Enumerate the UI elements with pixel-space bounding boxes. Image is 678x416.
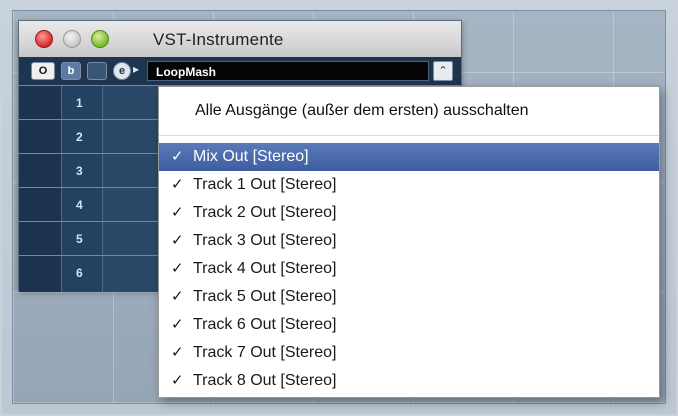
outputs-context-menu: Alle Ausgänge (außer dem ersten) ausscha…	[158, 86, 660, 398]
slot-number: 5	[76, 232, 83, 246]
disable-all-outputs-menu-item[interactable]: Alle Ausgänge (außer dem ersten) ausscha…	[159, 87, 659, 135]
edit-instrument-icon[interactable]: e	[113, 62, 131, 80]
menu-item-label: Track 7 Out [Stereo]	[193, 344, 337, 361]
close-window-button[interactable]	[35, 30, 53, 48]
menu-item-track-7-out[interactable]: ✓ Track 7 Out [Stereo]	[159, 339, 659, 367]
slot-number: 4	[76, 198, 83, 212]
menu-item-track-3-out[interactable]: ✓ Track 3 Out [Stereo]	[159, 227, 659, 255]
bypass-icon[interactable]: b	[61, 62, 81, 80]
menu-item-label: Track 1 Out [Stereo]	[193, 176, 337, 193]
checkmark-icon: ✓	[171, 148, 184, 165]
slot-number: 6	[76, 266, 83, 280]
slot-number: 2	[76, 130, 83, 144]
checkmark-icon: ✓	[171, 372, 184, 389]
checkmark-icon: ✓	[171, 316, 184, 333]
menu-item-label: Track 5 Out [Stereo]	[193, 288, 337, 305]
instrument-slot-toolbar: O b e ▸ LoopMash ⌃	[19, 57, 461, 85]
zoom-window-button[interactable]	[91, 30, 109, 48]
menu-item-mix-out[interactable]: ✓ Mix Out [Stereo]	[159, 143, 659, 171]
window-titlebar[interactable]: VST-Instrumente	[19, 21, 461, 58]
menu-item-label: Track 4 Out [Stereo]	[193, 260, 337, 277]
checkmark-icon: ✓	[171, 204, 184, 221]
slot-controls	[19, 256, 61, 292]
freeze-icon[interactable]	[87, 62, 107, 80]
slot-controls	[19, 222, 61, 258]
menu-item-track-2-out[interactable]: ✓ Track 2 Out [Stereo]	[159, 199, 659, 227]
outputs-menu-arrow-icon[interactable]: ▸	[133, 62, 139, 76]
menu-item-label: Track 2 Out [Stereo]	[193, 204, 337, 221]
instrument-name-field[interactable]: LoopMash	[147, 61, 429, 81]
menu-item-track-1-out[interactable]: ✓ Track 1 Out [Stereo]	[159, 171, 659, 199]
output-items-list: ✓ Mix Out [Stereo] ✓ Track 1 Out [Stereo…	[159, 143, 659, 395]
menu-item-label: Track 8 Out [Stereo]	[193, 372, 337, 389]
menu-item-track-6-out[interactable]: ✓ Track 6 Out [Stereo]	[159, 311, 659, 339]
slot-number-cell: 1	[61, 86, 103, 122]
slot-controls	[19, 86, 61, 122]
menu-item-label: Mix Out [Stereo]	[193, 148, 309, 165]
checkmark-icon: ✓	[171, 288, 184, 305]
slot-number-cell: 4	[61, 188, 103, 224]
slot-number-cell: 6	[61, 256, 103, 292]
checkmark-icon: ✓	[171, 176, 184, 193]
menu-item-track-8-out[interactable]: ✓ Track 8 Out [Stereo]	[159, 367, 659, 395]
slot-number-cell: 2	[61, 120, 103, 156]
menu-item-track-5-out[interactable]: ✓ Track 5 Out [Stereo]	[159, 283, 659, 311]
menu-item-track-4-out[interactable]: ✓ Track 4 Out [Stereo]	[159, 255, 659, 283]
checkmark-icon: ✓	[171, 344, 184, 361]
menu-item-label: Track 3 Out [Stereo]	[193, 232, 337, 249]
minimize-window-button[interactable]	[63, 30, 81, 48]
slot-number-cell: 3	[61, 154, 103, 190]
slot-number: 3	[76, 164, 83, 178]
power-icon[interactable]: O	[31, 62, 55, 80]
menu-item-label: Track 6 Out [Stereo]	[193, 316, 337, 333]
checkmark-icon: ✓	[171, 260, 184, 277]
checkmark-icon: ✓	[171, 232, 184, 249]
slot-controls	[19, 154, 61, 190]
slot-controls	[19, 120, 61, 156]
collapse-chevron-icon[interactable]: ⌃	[433, 61, 453, 81]
slot-number-cell: 5	[61, 222, 103, 258]
slot-number: 1	[76, 96, 83, 110]
menu-separator	[159, 135, 659, 136]
slot-controls	[19, 188, 61, 224]
window-title: VST-Instrumente	[153, 30, 284, 49]
